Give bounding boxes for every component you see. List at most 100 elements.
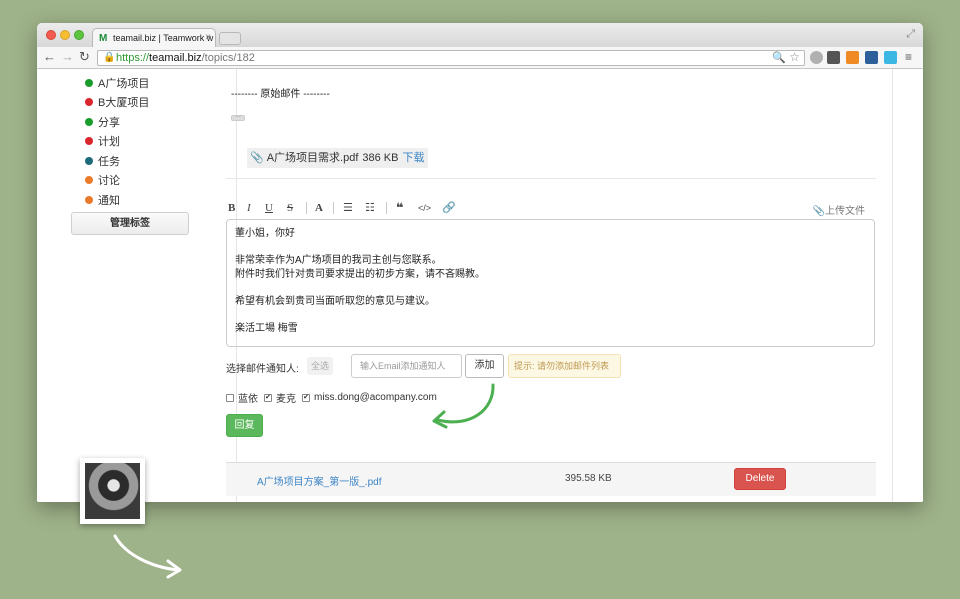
tab-title: teamail.biz | Teamwork w	[113, 33, 214, 43]
sidebar: A广场项目 B大厦项目 分享 计划 任务 讨论 通知 管理标签	[61, 69, 237, 502]
delete-file-button[interactable]: Delete	[734, 468, 786, 490]
font-color-button[interactable]: A	[315, 200, 323, 216]
tag-list: A广场项目 B大厦项目 分享 计划 任务 讨论 通知	[85, 73, 149, 210]
recipient-label: 麦克	[276, 394, 296, 405]
attachment-item: 📎 A广场项目需求.pdf 386 KB 下载	[247, 148, 429, 168]
teamail-favicon-icon: M	[99, 33, 108, 44]
tag-color-dot-icon	[85, 78, 93, 87]
code-icon[interactable]: </>	[418, 200, 431, 216]
strikethrough-button[interactable]: S	[287, 200, 293, 216]
extension-globe-icon[interactable]	[810, 51, 823, 64]
recipient-list: 蓝依 ✔ 麦克 ✔ miss.dong@acompany.com	[226, 390, 443, 405]
tag-label: 计划	[98, 136, 120, 149]
tag-item[interactable]: 讨论	[85, 171, 149, 191]
tag-item[interactable]: 任务	[85, 151, 149, 171]
menu-icon[interactable]: ≡	[905, 50, 912, 64]
upload-file-button[interactable]: 📎上传文件	[813, 202, 865, 217]
title-bar: M teamail.biz | Teamwork w × ⤢	[37, 23, 923, 47]
email-input[interactable]	[351, 354, 462, 378]
tag-color-dot-icon	[85, 176, 93, 185]
address-bar[interactable]: 🔒 https://teamail.biz/topics/182 🔍 ☆	[97, 50, 805, 66]
tab-close-icon[interactable]: ×	[205, 32, 211, 43]
forward-icon[interactable]: →	[61, 50, 74, 64]
tag-color-dot-icon	[85, 98, 93, 107]
upload-label: 上传文件	[825, 206, 865, 217]
bookmark-star-icon[interactable]: ☆	[789, 50, 800, 64]
file-row: A广场项目方案_第一版_.pdf 395.58 KB Delete	[226, 462, 876, 496]
lock-icon: 🔒	[103, 52, 116, 63]
close-window-button[interactable]	[46, 30, 56, 40]
tag-label: A广场项目	[98, 77, 150, 90]
add-recipient-button[interactable]: 添加	[465, 354, 504, 378]
tag-color-dot-icon	[85, 117, 93, 126]
underline-button[interactable]: U	[265, 200, 273, 216]
toolbar-separator	[386, 202, 387, 214]
tag-item[interactable]: 通知	[85, 190, 149, 210]
tag-color-dot-icon	[85, 195, 93, 204]
green-arrow-icon	[432, 383, 495, 429]
tag-item[interactable]: B大厦项目	[85, 93, 149, 113]
original-mail-header: -------- 原始邮件 --------	[231, 89, 330, 100]
paperclip-icon: 📎	[812, 206, 825, 217]
recipient-checkbox[interactable]	[226, 393, 234, 402]
download-icon[interactable]	[865, 51, 878, 64]
list-bullet-icon[interactable]: ☷	[365, 200, 375, 216]
extension-chat-icon[interactable]	[884, 51, 897, 64]
italic-button[interactable]: I	[247, 200, 251, 216]
editor-line: 附件时我们针对贵司要求提出的初步方案，请不吝赐教。	[235, 268, 485, 280]
tag-item[interactable]: 计划	[85, 132, 149, 152]
attachment-name: A广场项目需求.pdf	[266, 152, 359, 164]
url-path: /topics/182	[201, 52, 255, 64]
show-quoted-button[interactable]: ···	[231, 114, 245, 121]
tag-label: 讨论	[98, 175, 120, 188]
rss-icon[interactable]	[846, 51, 859, 64]
select-all-button[interactable]: 全选	[307, 357, 334, 375]
recipient-checkbox[interactable]: ✔	[302, 393, 310, 402]
file-name-link[interactable]: A广场项目方案_第一版_.pdf	[257, 473, 381, 488]
toolbar-separator	[333, 202, 334, 214]
url-host: teamail.biz	[149, 52, 202, 64]
tag-label: B大厦项目	[98, 97, 150, 110]
recipient-checkbox[interactable]: ✔	[264, 393, 272, 402]
editor-toolbar: B I U S A ☰ ☷ ❝ </> 🔗 📎上传文件	[226, 200, 876, 217]
link-icon[interactable]: 🔗	[442, 200, 456, 216]
tag-color-dot-icon	[85, 137, 93, 146]
list-ordered-icon[interactable]: ☰	[343, 200, 353, 216]
tag-item[interactable]: A广场项目	[85, 73, 149, 93]
toolbar-separator	[306, 202, 307, 214]
back-icon[interactable]: ←	[43, 50, 56, 64]
avatar-photo	[85, 463, 140, 519]
tag-label: 任务	[98, 155, 120, 168]
manage-tags-button[interactable]: 管理标签	[71, 212, 189, 235]
quote-icon[interactable]: ❝	[396, 200, 404, 216]
fullscreen-icon[interactable]: ⤢	[906, 28, 915, 41]
search-icon[interactable]: 🔍	[772, 51, 786, 65]
editor-blank-line	[235, 308, 866, 322]
new-tab-button[interactable]	[219, 32, 241, 45]
bold-button[interactable]: B	[228, 200, 235, 216]
browser-tab[interactable]: M teamail.biz | Teamwork w ×	[92, 28, 216, 47]
download-link[interactable]: 下载	[402, 152, 424, 164]
recipient-label: miss.dong@acompany.com	[314, 392, 437, 403]
editor-line: 非常荣幸作为A广场项目的我司主创与您联系。	[235, 255, 442, 266]
reply-button[interactable]: 回复	[226, 414, 263, 437]
avatar	[80, 458, 145, 524]
extension-evernote-icon[interactable]	[827, 51, 840, 64]
editor-line: 希望有机会到贵司当面听取您的意见与建议。	[235, 295, 435, 307]
attachment-size: 386 KB	[362, 152, 399, 164]
paperclip-icon: 📎	[250, 152, 264, 164]
reply-editor[interactable]: 董小姐，你好 非常荣幸作为A广场项目的我司主创与您联系。 附件时我们针对贵司要求…	[226, 219, 875, 347]
topic-content: -------- 原始邮件 -------- ··· 📎 A广场项目需求.pdf 3…	[226, 69, 876, 502]
section-divider	[226, 178, 876, 179]
minimize-window-button[interactable]	[60, 30, 70, 40]
white-arrow-icon	[113, 534, 182, 579]
content-divider	[892, 69, 893, 502]
reload-icon[interactable]: ↻	[79, 50, 90, 64]
tag-color-dot-icon	[85, 156, 93, 165]
page-content: A广场项目 B大厦项目 分享 计划 任务 讨论 通知 管理标签 --------…	[37, 69, 923, 502]
tag-item[interactable]: 分享	[85, 112, 149, 132]
zoom-window-button[interactable]	[74, 30, 84, 40]
recipient-label: 蓝依	[238, 394, 258, 405]
editor-blank-line	[235, 281, 866, 295]
editor-line: 董小姐，你好	[235, 228, 295, 239]
